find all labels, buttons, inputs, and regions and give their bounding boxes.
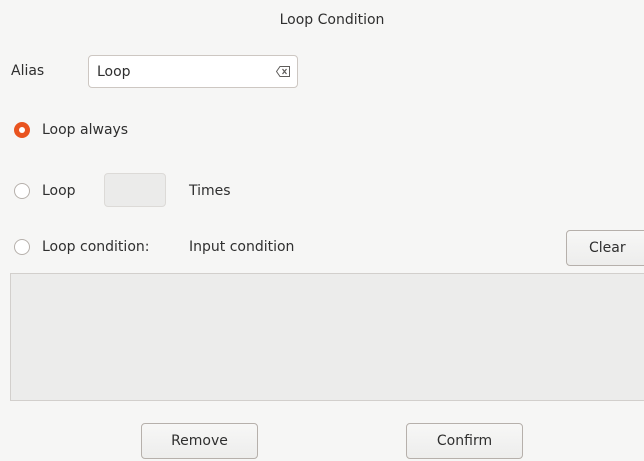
alias-label: Alias	[11, 63, 45, 79]
loop-condition-dialog: Loop Condition Alias Loop always Loop Ti…	[0, 0, 644, 461]
loop-always-radio[interactable]	[14, 122, 30, 138]
confirm-button[interactable]: Confirm	[406, 423, 523, 459]
loop-times-radio[interactable]	[14, 183, 30, 199]
loop-condition-label: Loop condition:	[42, 239, 150, 255]
loop-times-option[interactable]: Loop	[14, 183, 76, 199]
loop-condition-radio[interactable]	[14, 239, 30, 255]
backspace-clear-icon[interactable]	[276, 66, 290, 77]
dialog-title: Loop Condition	[279, 12, 385, 28]
condition-text-area[interactable]	[10, 273, 644, 401]
loop-always-option[interactable]: Loop always	[14, 122, 128, 138]
loop-condition-option[interactable]: Loop condition:	[14, 239, 149, 255]
input-condition-label: Input condition	[189, 239, 295, 255]
clear-button[interactable]: Clear	[566, 230, 644, 266]
loop-times-label: Loop	[42, 183, 76, 199]
loop-always-label: Loop always	[42, 122, 129, 138]
times-label: Times	[189, 183, 231, 199]
loop-times-input[interactable]	[104, 173, 166, 207]
alias-input[interactable]	[88, 55, 298, 88]
remove-button[interactable]: Remove	[141, 423, 258, 459]
